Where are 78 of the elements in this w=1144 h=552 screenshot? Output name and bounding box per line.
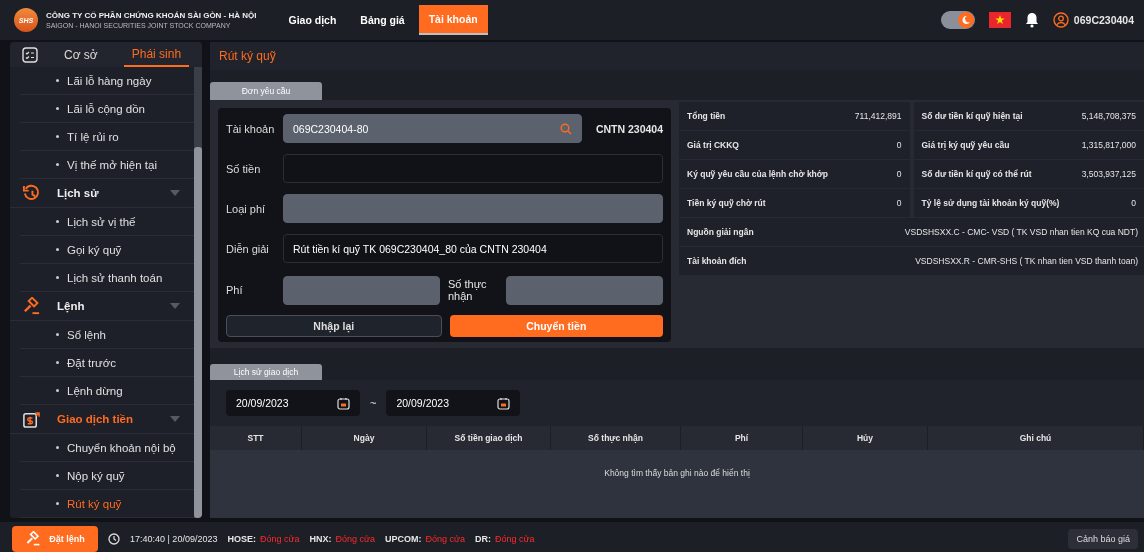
input-field[interactable] bbox=[283, 154, 663, 183]
info-label: Tài khoản đích bbox=[687, 256, 747, 266]
caret-icon[interactable] bbox=[170, 416, 180, 422]
scrollbar[interactable] bbox=[194, 67, 202, 518]
field-label: Loại phí bbox=[226, 202, 267, 215]
info-label: Tổng tiền bbox=[687, 111, 726, 121]
user-icon[interactable] bbox=[1052, 12, 1069, 28]
info-label: Tiền ký quỹ chờ rút bbox=[687, 198, 766, 208]
sidebar-tab[interactable]: Phái sinh bbox=[123, 42, 190, 67]
group-icon bbox=[22, 409, 41, 429]
range-separator: ~ bbox=[370, 397, 377, 409]
field-label: Tài khoản bbox=[226, 122, 276, 135]
list-icon bbox=[22, 46, 38, 63]
clock-time: 17:40:40 | 20/09/2023 bbox=[130, 534, 218, 544]
menu-group[interactable]: Giao dịch tiền bbox=[10, 405, 194, 434]
info-label: Nguồn giải ngân bbox=[687, 227, 754, 237]
field-label: Phí bbox=[226, 284, 244, 296]
market-name: UPCOM: bbox=[385, 534, 422, 544]
market-status: Đóng cửa bbox=[495, 534, 535, 544]
column-header: Số tiền giao dịch bbox=[454, 433, 523, 443]
theme-toggle[interactable] bbox=[940, 11, 975, 29]
field-label: Diễn giải bbox=[226, 242, 270, 255]
user-account[interactable]: 069C230404 bbox=[1073, 14, 1134, 26]
market-status: Đóng cửa bbox=[425, 534, 466, 544]
market-status: Đóng cửa bbox=[335, 534, 376, 544]
nav-tab[interactable]: Giao dịch bbox=[278, 5, 347, 35]
bell-icon[interactable] bbox=[1024, 12, 1039, 28]
menu-group[interactable]: Lệnh bbox=[10, 292, 194, 321]
field-label: Số tiền bbox=[226, 162, 262, 175]
market-name: HOSE: bbox=[227, 534, 256, 544]
company-name: CÔNG TY CỔ PHẦN CHỨNG KHOÁN SÀI GÒN - HÀ NỘI bbox=[46, 11, 257, 20]
input-field[interactable]: Rút tiền kí quỹ TK 069C230404_80 của CNTN 230404 bbox=[283, 234, 663, 263]
date-field[interactable]: 20/09/2023 bbox=[386, 390, 521, 416]
sidebar-tab[interactable]: Cơ sở bbox=[56, 43, 106, 66]
info-value: 0 bbox=[896, 169, 902, 179]
info-value: 1,315,817,000 bbox=[1081, 140, 1136, 150]
calendar-icon[interactable] bbox=[337, 396, 350, 410]
nav-tab[interactable]: Bảng giá bbox=[350, 5, 415, 35]
gavel-icon bbox=[25, 531, 42, 547]
info-value: 0 bbox=[896, 140, 902, 150]
info-value: VSDSHSXX.R - CMR-SHS ( TK nhan tien VSD thanh toan) bbox=[915, 256, 1138, 266]
column-header: Số thực nhận bbox=[588, 433, 643, 443]
info-label: Số dư tiền kí quỹ có thể rút bbox=[921, 169, 1032, 179]
caret-icon[interactable] bbox=[170, 303, 180, 309]
account-name: CNTN 230404 bbox=[595, 122, 663, 135]
column-header: Hủy bbox=[856, 433, 874, 443]
market-name: HNX: bbox=[309, 534, 332, 544]
group-icon bbox=[22, 183, 41, 203]
empty-message: Không tìm thấy bản ghi nào để hiển thị bbox=[604, 468, 750, 480]
market-name: DR: bbox=[475, 534, 492, 544]
info-label: Ký quỹ yêu cầu của lệnh chờ khớp bbox=[687, 169, 829, 179]
page-title: Rút ký quỹ bbox=[219, 49, 276, 63]
group-icon bbox=[22, 296, 41, 316]
column-header: Phí bbox=[734, 433, 749, 443]
info-label: Số dư tiền kí quỹ hiện tại bbox=[921, 111, 1023, 121]
info-value: 0 bbox=[1131, 198, 1136, 208]
field-label: Số thực nhận bbox=[447, 277, 488, 303]
info-label: Giá trị CKKQ bbox=[687, 140, 739, 150]
column-header: STT bbox=[247, 433, 264, 443]
column-header: Ngày bbox=[353, 433, 375, 443]
info-value: VSDSHSXX.C - CMC- VSD ( TK VSD nhan tien KQ cua NDT) bbox=[904, 227, 1138, 237]
info-value: 3,503,937,125 bbox=[1081, 169, 1136, 179]
caret-icon[interactable] bbox=[170, 190, 180, 196]
reset-button[interactable]: Nhập lại bbox=[226, 315, 442, 337]
price-alert-button[interactable]: Cảnh báo giá bbox=[1068, 529, 1138, 549]
menu-group[interactable]: Lịch sử bbox=[10, 179, 194, 208]
info-label: Tỷ lệ sử dụng tài khoản ký quỹ(%) bbox=[921, 198, 1060, 208]
info-value: 0 bbox=[896, 198, 902, 208]
clock-icon bbox=[108, 533, 120, 545]
moon-icon bbox=[960, 15, 971, 25]
info-value: 711,412,891 bbox=[854, 111, 902, 121]
column-header: Ghi chú bbox=[1019, 433, 1052, 443]
flag-icon[interactable] bbox=[988, 12, 1011, 28]
market-status: Đóng cửa bbox=[259, 534, 300, 544]
calendar-icon[interactable] bbox=[497, 396, 511, 410]
date-field[interactable]: 20/09/2023 bbox=[226, 390, 360, 416]
info-value: 5,148,708,375 bbox=[1081, 111, 1136, 121]
info-label: Giá trị ký quỹ yêu cầu bbox=[921, 140, 1010, 150]
